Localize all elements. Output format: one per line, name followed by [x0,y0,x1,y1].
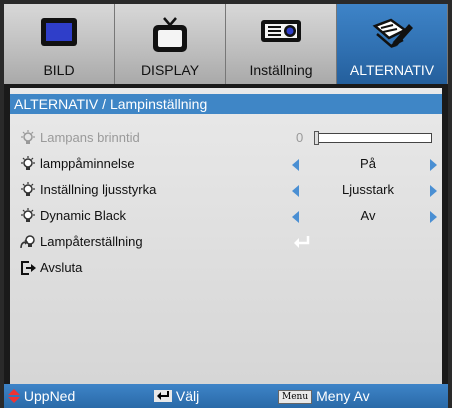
up-down-arrows-icon [8,389,20,403]
lamp-hours-label: Lampans brinntid [40,130,140,145]
tab-installning[interactable]: Inställning [226,4,337,84]
lamp-hours-value: 0 [296,130,304,145]
menu-item-brightness-mode[interactable]: Inställning ljusstyrka Ljusstark [10,178,442,202]
arrow-right-icon[interactable] [430,211,437,223]
brightness-mode-value: Ljusstark [341,182,395,197]
footer-updown-label: UppNed [23,388,76,404]
menu-item-exit[interactable]: Avsluta [10,256,442,280]
lamp-icon [20,208,36,224]
tab-bild[interactable]: BILD [4,4,115,84]
monitor-icon [39,16,79,55]
projector-osd: BILD DISPLAY Inställning ALTERNATIV ALTE… [4,4,448,408]
footer-select-label: Välj [175,388,200,404]
enter-key-icon [154,390,172,402]
tab-bar: BILD DISPLAY Inställning ALTERNATIV [4,4,448,84]
lamp-icon [20,182,36,198]
arrow-left-icon[interactable] [292,211,299,223]
footer-bar: UppNed Välj Menu Meny Av [4,384,448,408]
menu-key-icon: Menu [278,390,313,405]
menu-item-lamp-reset[interactable]: Lampåterställning [10,230,442,254]
tab-display[interactable]: DISPLAY [115,4,226,84]
exit-icon [20,260,36,276]
lamp-reset-label: Lampåterställning [40,234,143,249]
lamp-icon [20,130,36,146]
arrow-right-icon[interactable] [430,185,437,197]
enter-icon[interactable] [292,236,312,251]
tab-alternativ[interactable]: ALTERNATIV [337,4,448,84]
lamp-hours-bar [314,131,432,145]
brightness-mode-label: Inställning ljusstyrka [40,182,157,197]
lamp-reminder-label: lamppåminnelse [40,156,135,171]
arrow-left-icon[interactable] [292,185,299,197]
dynamic-black-value: Av [360,208,376,223]
dynamic-black-label: Dynamic Black [40,208,126,223]
lamp-reminder-value: På [360,156,376,171]
lamp-icon [20,156,36,172]
footer-menu-label: Meny Av [316,388,370,404]
menu-item-lamp-hours: Lampans brinntid 0 [10,126,442,150]
lamp-hours-knob [314,131,319,145]
exit-label: Avsluta [40,260,83,275]
tv-icon [150,16,190,59]
footer-menu: Menu Meny Av [278,388,370,405]
menu-item-dynamic-black[interactable]: Dynamic Black Av [10,204,442,228]
footer-select: Välj [154,388,199,404]
projector-icon [259,16,303,51]
menu-item-lamp-reminder[interactable]: lamppåminnelse På [10,152,442,176]
arrow-left-icon[interactable] [292,159,299,171]
edit-pencil-icon [369,16,415,59]
arrow-right-icon[interactable] [430,159,437,171]
menu-panel: ALTERNATIV / Lampinställning Lampans bri… [10,88,442,384]
footer-updown: UppNed [8,388,75,404]
lamp-reset-icon [20,234,36,250]
breadcrumb: ALTERNATIV / Lampinställning [10,94,442,114]
